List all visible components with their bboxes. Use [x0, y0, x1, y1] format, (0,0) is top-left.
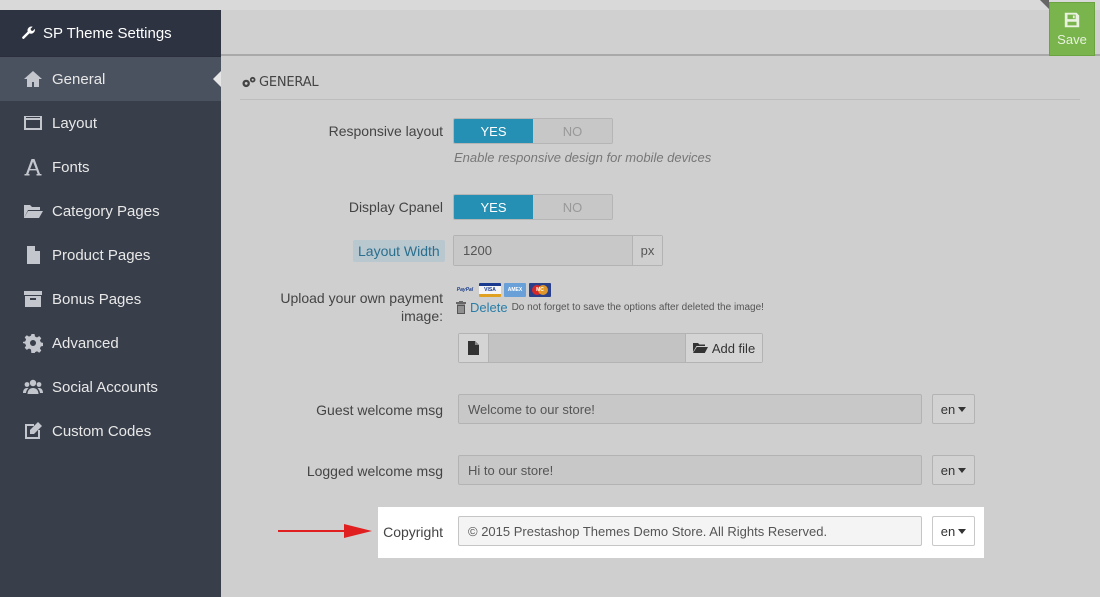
- sidebar-item-custom-codes[interactable]: Custom Codes: [0, 409, 221, 453]
- wrench-icon: [22, 26, 35, 39]
- section-divider: [240, 99, 1080, 100]
- sidebar-item-label: Custom Codes: [52, 422, 152, 440]
- file-upload-group: Add file: [458, 333, 763, 363]
- payment-image-label-line2: image:: [400, 308, 443, 324]
- folder-open-icon: [20, 201, 46, 221]
- guest-welcome-label: Guest welcome msg: [316, 402, 443, 418]
- guest-welcome-input[interactable]: Welcome to our store!: [458, 394, 922, 424]
- archive-icon: [20, 289, 46, 309]
- cpanel-yes-option[interactable]: YES: [454, 195, 533, 219]
- copyright-language-dropdown[interactable]: en: [932, 516, 975, 546]
- guest-language-value: en: [940, 401, 956, 417]
- home-icon: [20, 69, 46, 89]
- sidebar-header: SP Theme Settings: [0, 10, 221, 57]
- layout-width-group: 1200 px: [453, 235, 663, 266]
- trash-icon: [456, 301, 466, 314]
- sidebar-item-label: Product Pages: [52, 246, 151, 264]
- sidebar-item-fonts[interactable]: Fonts: [0, 145, 221, 189]
- copyright-input[interactable]: © 2015 Prestashop Themes Demo Store. All…: [458, 516, 922, 546]
- paypal-card: PayPal: [454, 283, 476, 297]
- guest-language-dropdown[interactable]: en: [932, 394, 975, 424]
- sidebar-item-bonus-pages[interactable]: Bonus Pages: [0, 277, 221, 321]
- amex-card: AMEX: [504, 283, 526, 297]
- layout-width-unit: px: [632, 236, 662, 265]
- file-icon: [459, 334, 489, 362]
- corner-marker: [1040, 0, 1049, 9]
- sidebar: SP Theme Settings General Layout Fonts C…: [0, 10, 221, 597]
- sidebar-item-label: Layout: [52, 114, 98, 132]
- layout-width-input[interactable]: 1200: [454, 236, 632, 265]
- top-toolbar: [221, 10, 1100, 56]
- sidebar-item-advanced[interactable]: Advanced: [0, 321, 221, 365]
- mastercard-label: MC: [536, 287, 544, 293]
- logged-language-dropdown[interactable]: en: [932, 455, 975, 485]
- delete-row: Delete Do not forget to save the options…: [456, 300, 764, 315]
- display-cpanel-toggle[interactable]: YES NO: [453, 194, 613, 220]
- responsive-layout-label: Responsive layout: [328, 123, 443, 139]
- payment-image-label: Upload your own payment image:: [250, 289, 443, 325]
- folder-open-icon: [692, 343, 708, 353]
- chevron-down-icon: [958, 406, 967, 412]
- delete-note: Do not forget to save the options after …: [511, 302, 764, 313]
- save-button[interactable]: Save: [1049, 2, 1095, 56]
- responsive-help-text: Enable responsive design for mobile devi…: [454, 150, 712, 165]
- chevron-down-icon: [958, 528, 967, 534]
- sidebar-item-label: General: [52, 70, 106, 88]
- sidebar-item-product-pages[interactable]: Product Pages: [0, 233, 221, 277]
- add-file-button[interactable]: Add file: [685, 334, 762, 362]
- add-file-label: Add file: [711, 340, 756, 356]
- gears-icon: [242, 76, 256, 88]
- gear-icon: [20, 333, 46, 353]
- cpanel-no-option[interactable]: NO: [533, 195, 612, 219]
- users-icon: [20, 377, 46, 397]
- sidebar-item-label: Category Pages: [52, 202, 160, 220]
- save-icon: [1064, 12, 1080, 28]
- file-name-field[interactable]: [489, 334, 685, 362]
- file-icon: [20, 245, 46, 265]
- save-label: Save: [1057, 32, 1087, 47]
- logged-welcome-input[interactable]: Hi to our store!: [458, 455, 922, 485]
- sidebar-item-category-pages[interactable]: Category Pages: [0, 189, 221, 233]
- logged-language-value: en: [940, 462, 956, 478]
- sidebar-item-label: Bonus Pages: [52, 290, 142, 308]
- copyright-label: Copyright: [383, 524, 443, 540]
- sidebar-item-general[interactable]: General: [0, 57, 221, 101]
- responsive-layout-toggle[interactable]: YES NO: [453, 118, 613, 144]
- display-cpanel-label: Display Cpanel: [348, 199, 443, 215]
- font-icon: [20, 157, 46, 177]
- logged-welcome-label: Logged welcome msg: [306, 463, 443, 479]
- sidebar-item-social-accounts[interactable]: Social Accounts: [0, 365, 221, 409]
- copyright-language-value: en: [940, 523, 956, 539]
- red-arrow-annotation: [278, 524, 372, 538]
- sidebar-item-label: Social Accounts: [52, 378, 158, 396]
- responsive-no-option[interactable]: NO: [533, 119, 612, 143]
- layout-width-label: Layout Width: [353, 240, 445, 262]
- delete-link[interactable]: Delete: [470, 300, 508, 315]
- payment-cards-image: PayPal VISA AMEX MC: [454, 283, 551, 297]
- visa-card: VISA: [479, 283, 501, 297]
- payment-image-label-line1: Upload your own payment: [280, 290, 443, 306]
- sidebar-item-layout[interactable]: Layout: [0, 101, 221, 145]
- sidebar-item-label: Advanced: [52, 334, 119, 352]
- top-strip: [0, 0, 1100, 10]
- sidebar-item-label: Fonts: [52, 158, 90, 176]
- chevron-down-icon: [958, 467, 967, 473]
- section-title: GENERAL: [241, 75, 319, 90]
- edit-icon: [20, 421, 46, 441]
- layout-icon: [20, 113, 46, 133]
- mastercard-card: MC: [529, 283, 551, 297]
- section-title-text: GENERAL: [259, 75, 319, 90]
- app-title: SP Theme Settings: [43, 24, 172, 42]
- responsive-yes-option[interactable]: YES: [454, 119, 533, 143]
